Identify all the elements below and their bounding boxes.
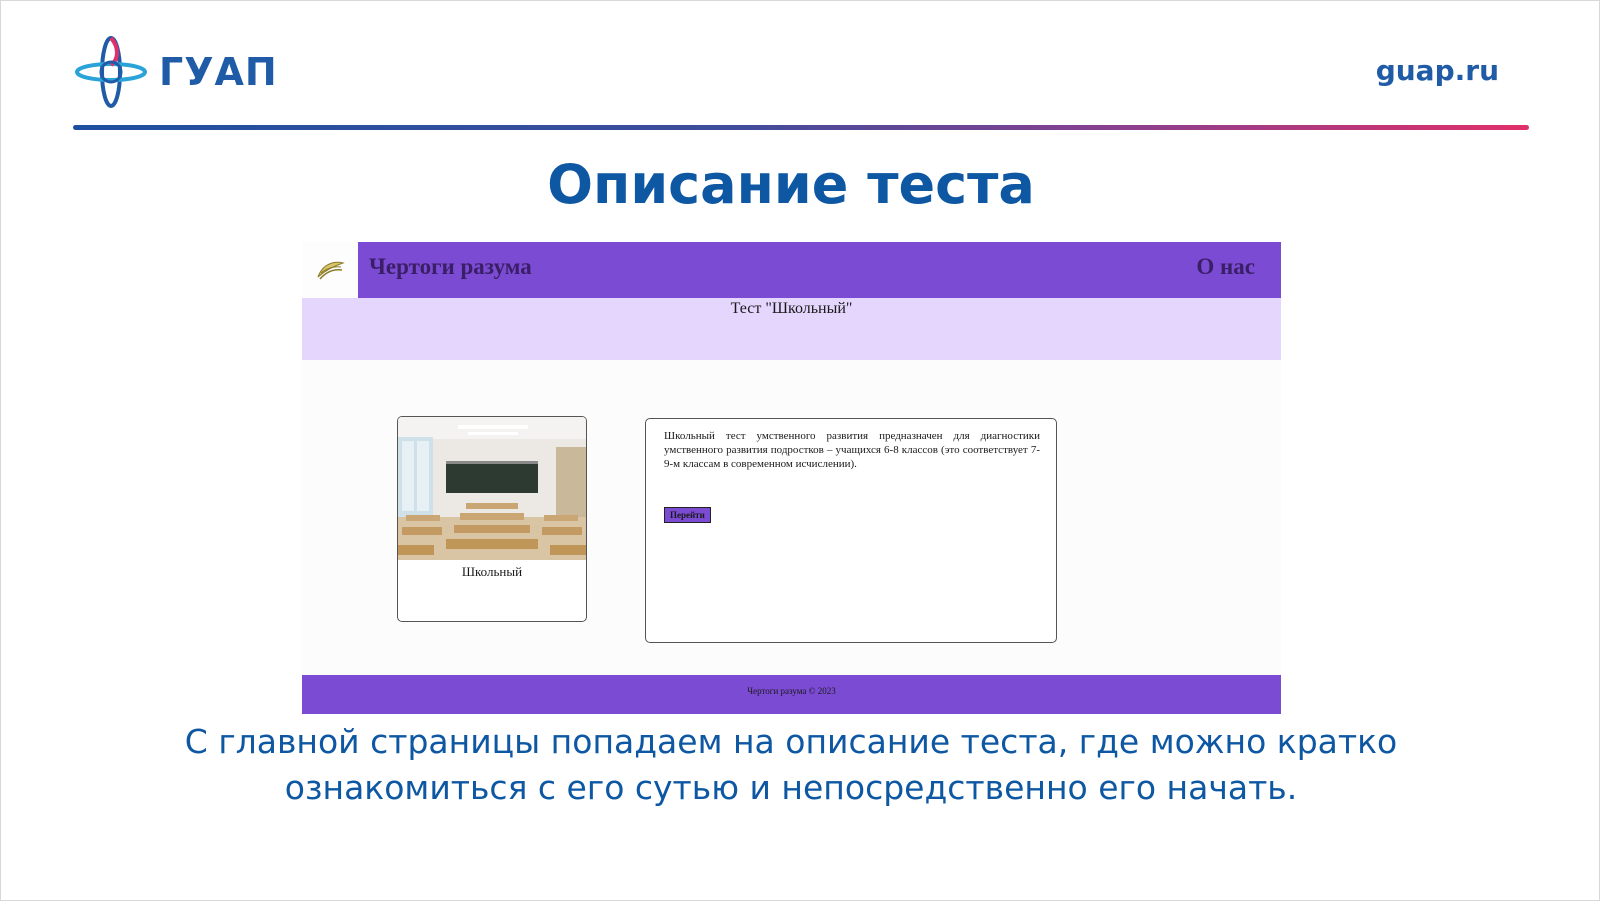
test-description-panel: Школьный тест умственного развития предн… [645, 418, 1057, 643]
slide-title: Описание теста [547, 153, 1035, 216]
test-card[interactable]: Школьный [397, 416, 587, 622]
presentation-slide: ГУАП guap.ru Описание теста Чертоги разу… [0, 0, 1600, 901]
slide-caption: С главной страницы попадаем на описание … [1, 719, 1581, 811]
guap-emblem-icon [75, 36, 147, 108]
start-test-button[interactable]: Перейти [664, 507, 711, 523]
embedded-site-screenshot: Чертоги разума О нас Тест "Школьный" Шко… [302, 242, 1281, 714]
guap-logo: ГУАП [73, 35, 278, 109]
caption-line-2: ознакомиться с его сутью и непосредствен… [284, 768, 1298, 807]
footer-copyright: Чертоги разума © 2023 [747, 686, 836, 696]
test-title: Тест "Школьный" [730, 300, 853, 317]
logo-text: ГУАП [159, 50, 278, 94]
header-divider [73, 125, 1529, 130]
test-description-text: Школьный тест умственного развития предн… [664, 430, 1040, 470]
nav-about-link[interactable]: О нас [1196, 254, 1255, 280]
test-card-label: Школьный [461, 564, 523, 579]
site-navbar: Чертоги разума О нас [302, 242, 1281, 298]
test-title-band: Тест "Школьный" [302, 298, 1281, 360]
leaf-logo-icon [317, 261, 345, 280]
site-brand[interactable]: Чертоги разума [369, 254, 532, 280]
classroom-image [398, 417, 586, 560]
site-footer: Чертоги разума © 2023 [302, 675, 1281, 714]
site-logo[interactable] [302, 242, 358, 298]
caption-line-1: С главной страницы попадаем на описание … [184, 722, 1398, 761]
site-url: guap.ru [1375, 54, 1499, 87]
